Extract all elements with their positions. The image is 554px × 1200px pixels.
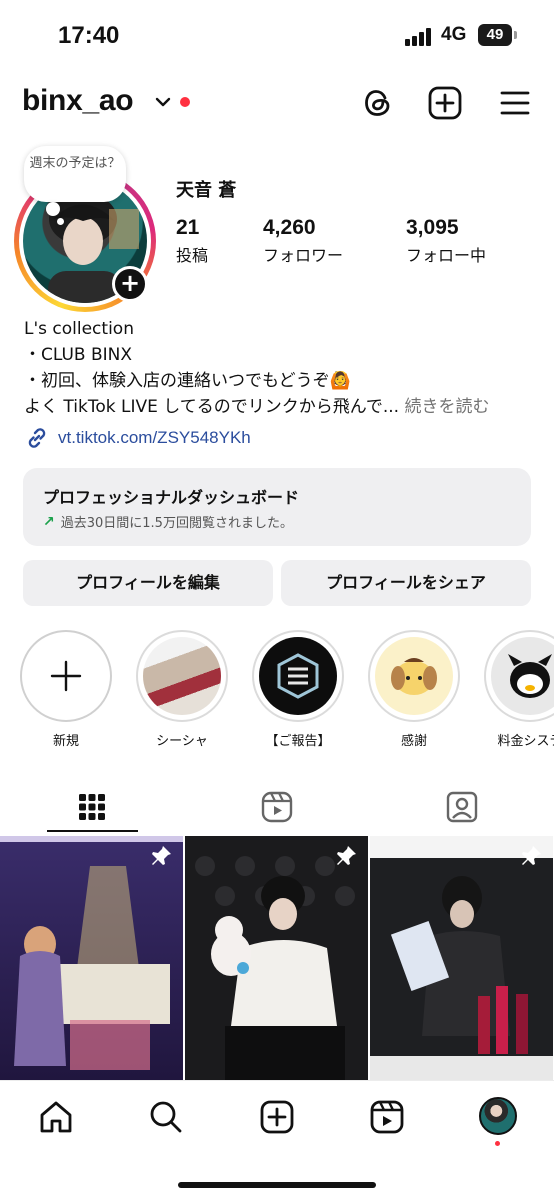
highlight-thanks[interactable]: 感謝: [368, 630, 460, 749]
stat-followers-value: 4,260: [263, 216, 316, 239]
stat-posts[interactable]: 21 投稿: [176, 216, 208, 266]
display-name: 天音 蒼: [176, 180, 237, 201]
post-thumbnail[interactable]: [0, 836, 183, 1080]
edit-profile-button[interactable]: プロフィールを編集: [23, 560, 273, 606]
bio: L's collection ・CLUB BINX ・初回、体験入店の連絡いつで…: [24, 316, 544, 420]
highlight-label: 【ご報告】: [265, 734, 331, 749]
highlight-report[interactable]: 【ご報告】: [252, 630, 344, 749]
note-bubble[interactable]: 週末の予定は？: [24, 146, 126, 202]
share-profile-button[interactable]: プロフィールをシェア: [281, 560, 531, 606]
stat-following-value: 3,095: [406, 216, 459, 239]
posts-grid: [0, 836, 554, 1080]
reels-nav-icon[interactable]: [367, 1097, 407, 1137]
grid-icon: [79, 794, 105, 820]
network-type: 4G: [441, 24, 467, 45]
profile-header: binx_ao: [0, 78, 554, 130]
search-icon[interactable]: [146, 1097, 186, 1137]
home-icon[interactable]: [36, 1097, 76, 1137]
profile-nav-avatar[interactable]: [479, 1097, 517, 1135]
menu-icon[interactable]: [496, 84, 534, 122]
bio-line: ・初回、体験入店の連絡いつでもどうぞ🙆: [24, 371, 351, 391]
highlight-cover: [259, 637, 337, 715]
pin-icon: [152, 846, 171, 865]
note-bubble-tail-small: [57, 218, 64, 225]
username-switcher[interactable]: binx_ao: [22, 84, 134, 118]
bio-more-link[interactable]: 続きを読む: [405, 397, 490, 417]
dashboard-subtitle-text: 過去30日間に1.5万回閲覧されました。: [60, 516, 293, 531]
highlight-cover: [143, 637, 221, 715]
stat-posts-value: 21: [176, 216, 200, 239]
bio-link[interactable]: vt.tiktok.com/ZSY548YKh: [24, 424, 251, 452]
post-thumbnail[interactable]: [185, 836, 368, 1080]
bio-line-text: よく TikTok LIVE してるのでリンクから飛んで...: [24, 397, 400, 417]
note-bubble-tail: [46, 202, 60, 216]
add-story-icon[interactable]: +: [112, 266, 148, 302]
stat-followers[interactable]: 4,260 フォロワー: [263, 216, 343, 266]
highlight-cover: [491, 637, 554, 715]
battery-icon: 49: [478, 24, 517, 46]
bio-line: L's collection: [24, 319, 134, 339]
highlight-cover: [375, 637, 453, 715]
highlight-label: シーシャ: [156, 734, 208, 749]
status-bar: 17:40 4G 49: [0, 0, 554, 70]
stat-followers-label: フォロワー: [263, 246, 344, 265]
bio-line: ・CLUB BINX: [24, 345, 133, 365]
highlight-label: 感謝: [400, 734, 427, 749]
link-icon: [28, 428, 46, 448]
highlight-label: 料金システ: [497, 734, 554, 749]
stat-following-label: フォロー中: [406, 246, 487, 265]
highlight-shisha[interactable]: シーシャ: [136, 630, 228, 749]
dashboard-title: プロフェッショナルダッシュボード: [43, 488, 300, 507]
trend-up-icon: ↗: [43, 513, 55, 530]
chevron-down-icon[interactable]: [153, 92, 173, 112]
create-icon[interactable]: [257, 1097, 297, 1137]
active-tab-indicator: [47, 830, 138, 832]
plus-icon: [50, 660, 82, 692]
threads-icon[interactable]: [359, 84, 397, 122]
bio-line: よく TikTok LIVE してるのでリンクから飛んで... 続きを読む: [24, 394, 544, 420]
tagged-icon: [446, 791, 478, 823]
tab-grid[interactable]: [0, 780, 184, 834]
tab-reels[interactable]: [185, 780, 369, 834]
reels-icon: [261, 791, 293, 823]
notification-dot: [180, 97, 190, 107]
notification-dot: [495, 1141, 500, 1146]
status-time: 17:40: [58, 22, 120, 49]
profile-tabs: [0, 780, 554, 834]
stat-posts-label: 投稿: [176, 246, 209, 265]
create-post-icon[interactable]: [426, 84, 464, 122]
pin-icon: [522, 846, 541, 865]
post-thumbnail[interactable]: [370, 836, 553, 1080]
dashboard-subtitle: ↗ 過去30日間に1.5万回閲覧されました。: [43, 512, 511, 532]
highlight-new[interactable]: 新規: [20, 630, 112, 749]
highlight-pricing[interactable]: 料金システ: [484, 630, 554, 749]
highlight-label: 新規: [52, 734, 79, 749]
pin-icon: [337, 846, 356, 865]
tab-tagged[interactable]: [370, 780, 554, 834]
signal-icon: [405, 28, 435, 46]
professional-dashboard[interactable]: プロフェッショナルダッシュボード ↗ 過去30日間に1.5万回閲覧されました。: [23, 468, 531, 546]
stat-following[interactable]: 3,095 フォロー中: [406, 216, 486, 266]
link-text[interactable]: vt.tiktok.com/ZSY548YKh: [58, 428, 251, 448]
home-indicator[interactable]: [178, 1182, 376, 1188]
